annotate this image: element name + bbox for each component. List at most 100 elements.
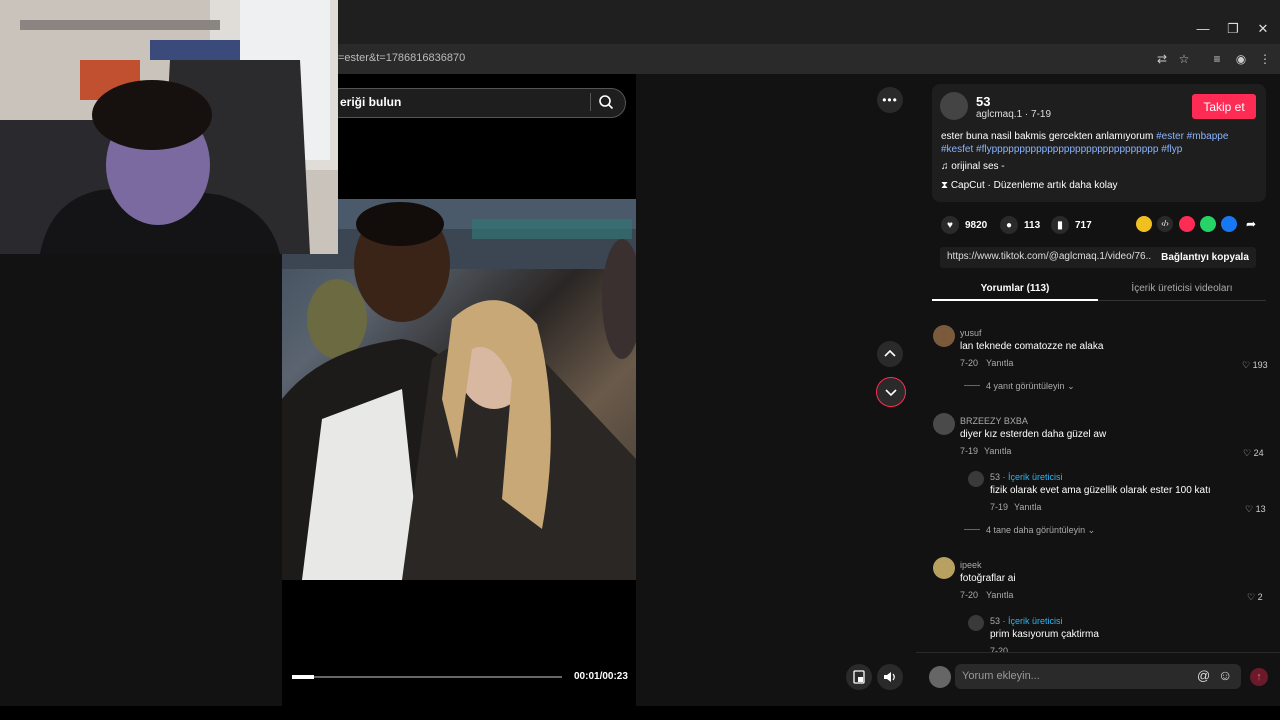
music-label[interactable]: orijinal ses -	[951, 161, 1004, 172]
comment-like-count: 24	[1253, 448, 1264, 458]
commenter-name[interactable]: BRZEEZY BXBA	[960, 416, 1028, 426]
comment-like[interactable]: ♡ 193	[1242, 360, 1268, 371]
music-note-icon: ♫	[941, 161, 952, 172]
commenter-avatar[interactable]	[933, 413, 955, 435]
translate-icon[interactable]: ⇄	[1153, 50, 1171, 68]
bookmark-icon[interactable]: ▮	[1051, 216, 1069, 234]
commenter-avatar[interactable]	[933, 325, 955, 347]
whatsapp-icon[interactable]	[1200, 216, 1216, 232]
thread-line	[964, 529, 980, 530]
bookmark-star-icon[interactable]: ☆	[1175, 50, 1193, 68]
view-replies-label[interactable]: 4 yanıt görüntüleyin	[986, 381, 1065, 391]
commenter-name[interactable]: ipeek	[960, 560, 982, 570]
my-avatar[interactable]	[929, 666, 951, 688]
reply-button[interactable]: Yanıtla	[986, 590, 1013, 600]
comment-placeholder[interactable]: Yorum ekleyin...	[962, 670, 1040, 682]
reply-text: fizik olarak evet ama güzellik olarak es…	[990, 485, 1211, 496]
commenter-name[interactable]: yusuf	[960, 328, 982, 338]
view-replies-button[interactable]: 4 yanıt görüntüleyin ⌄	[986, 381, 1075, 392]
share-arrow-icon[interactable]: ➦	[1243, 216, 1259, 232]
url-text[interactable]: =ester&t=1786816836870	[338, 52, 465, 64]
send-to-friends-icon[interactable]	[1179, 216, 1195, 232]
reply-author-name[interactable]: 53 ·	[990, 472, 1008, 482]
save-count: 717	[1075, 219, 1092, 231]
next-video-button[interactable]	[876, 377, 906, 407]
reply-button[interactable]: Yanıtla	[1014, 502, 1041, 512]
video-frame[interactable]	[282, 199, 636, 580]
video-link[interactable]: https://www.tiktok.com/@aglcmaq.1/video/…	[947, 251, 1151, 262]
emoji-icon[interactable]: ☺	[1218, 667, 1232, 683]
follow-button[interactable]: Takip et	[1192, 94, 1256, 119]
capcut-label[interactable]: CapCut · Düzenleme artık daha kolay	[951, 180, 1118, 191]
heart-outline-icon[interactable]: ♡	[1243, 448, 1254, 458]
like-stat[interactable]: ♥ 9820	[941, 216, 987, 234]
capcut-row[interactable]: ⧗ CapCut · Düzenleme artık daha kolay	[941, 180, 1118, 191]
comment-count: 113	[1024, 219, 1041, 231]
comment-stat[interactable]: ● 113	[1000, 216, 1040, 234]
media-control-icon[interactable]: ≡	[1208, 50, 1226, 68]
copy-link-button[interactable]: Bağlantıyı kopyala	[1154, 247, 1256, 268]
tab-comments[interactable]: Yorumlar (113)	[932, 283, 1098, 294]
coin-share-icon[interactable]	[1136, 216, 1152, 232]
video-description: ester buna nasil bakmis gercekten anlamı…	[941, 130, 1241, 156]
view-more-replies-button[interactable]: 4 tane daha görüntüleyin ⌄	[986, 525, 1095, 536]
minimize-button[interactable]: —	[1188, 18, 1218, 40]
menu-dots-icon[interactable]: ⋮	[1256, 50, 1274, 68]
reply-like[interactable]: ♡ 13	[1245, 504, 1266, 515]
reply-like-count: 13	[1255, 504, 1266, 514]
video-time: 00:01/00:23	[574, 671, 628, 682]
floating-player-button[interactable]	[846, 664, 872, 690]
view-more-label[interactable]: 4 tane daha görüntüleyin	[986, 525, 1085, 535]
search-input[interactable]: eriği bulun	[340, 95, 401, 109]
description-text: ester buna nasil bakmis gercekten anlamı…	[941, 131, 1157, 142]
close-window-button[interactable]: ✕	[1248, 18, 1278, 40]
author-avatar[interactable]	[940, 92, 968, 120]
chevron-down-icon: ⌄	[1064, 381, 1075, 391]
facebook-icon[interactable]	[1221, 216, 1237, 232]
profile-icon[interactable]: ◉	[1232, 50, 1250, 68]
heart-icon[interactable]: ♥	[941, 216, 959, 234]
active-tab-indicator	[932, 299, 1098, 301]
webcam-overlay	[0, 0, 338, 254]
comment-icon[interactable]: ●	[1000, 216, 1018, 234]
progress-track[interactable]	[292, 676, 562, 678]
comment-like[interactable]: ♡ 2	[1247, 592, 1263, 603]
reply-avatar[interactable]	[968, 615, 984, 631]
creator-badge: İçerik üreticisi	[1008, 472, 1063, 482]
comment-text: fotoğraflar ai	[960, 573, 1016, 584]
comment-text: diyer kız esterden daha güzel aw	[960, 429, 1107, 440]
progress-fill[interactable]	[292, 675, 314, 679]
tab-creator-videos[interactable]: İçerik üreticisi videoları	[1098, 283, 1266, 294]
music-row[interactable]: ♫ orijinal ses -	[941, 161, 1005, 172]
reply-text: prim kasıyorum çaktirma	[990, 629, 1099, 640]
author-name[interactable]: 53	[976, 94, 990, 109]
reply-author[interactable]: 53 · İçerik üreticisi	[990, 472, 1063, 482]
floating-player-icon	[853, 670, 865, 684]
comment-text: lan teknede comatozze ne alaka	[960, 341, 1104, 352]
embed-icon[interactable]: ‹/›	[1157, 216, 1173, 232]
comment-date: 7-19	[960, 446, 979, 456]
like-count: 9820	[965, 219, 988, 231]
commenter-avatar[interactable]	[933, 557, 955, 579]
search-icon[interactable]	[598, 94, 614, 110]
heart-outline-icon[interactable]: ♡	[1245, 504, 1256, 514]
comment-like[interactable]: ♡ 24	[1243, 448, 1264, 459]
volume-button[interactable]	[877, 664, 903, 690]
maximize-button[interactable]: ❐	[1218, 18, 1248, 40]
reply-button[interactable]: Yanıtla	[986, 358, 1013, 368]
comment-like-count: 193	[1252, 360, 1268, 370]
previous-video-button[interactable]	[877, 341, 903, 367]
reply-avatar[interactable]	[968, 471, 984, 487]
heart-outline-icon[interactable]: ♡	[1242, 360, 1253, 370]
reply-author[interactable]: 53 · İçerik üreticisi	[990, 616, 1063, 626]
reply-date: 7-19	[990, 502, 1009, 512]
more-options-button[interactable]: •••	[877, 87, 903, 113]
thread-line	[964, 385, 980, 386]
author-handle-date[interactable]: aglcmaq.1 · 7-19	[976, 109, 1051, 120]
save-stat[interactable]: ▮ 717	[1051, 216, 1092, 234]
reply-author-name[interactable]: 53 ·	[990, 616, 1008, 626]
mention-icon[interactable]: @	[1197, 668, 1210, 683]
heart-outline-icon[interactable]: ♡	[1247, 592, 1258, 602]
reply-button[interactable]: Yanıtla	[984, 446, 1011, 456]
send-comment-button[interactable]: ↑	[1250, 668, 1268, 686]
